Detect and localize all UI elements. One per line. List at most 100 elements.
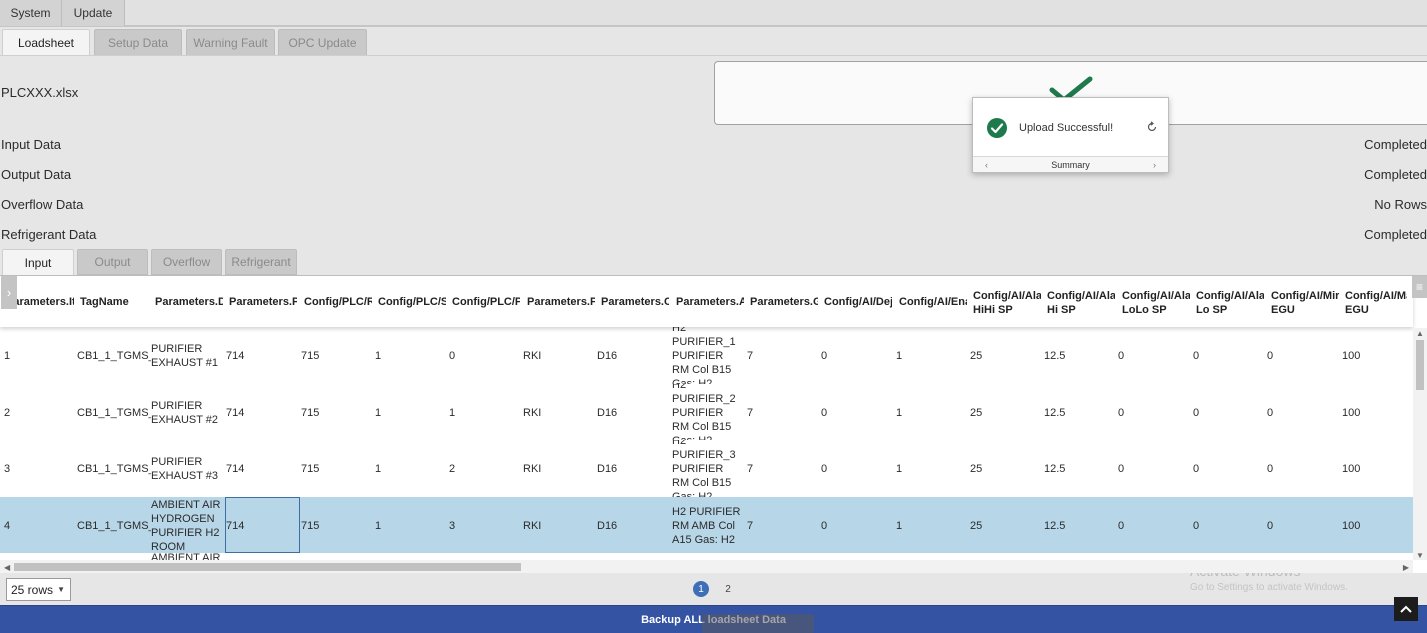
table-cell: D16 (597, 349, 618, 362)
page-button-1[interactable]: 1 (693, 581, 709, 597)
table-cell: 0 (449, 349, 456, 362)
scroll-left-icon[interactable]: ◀ (4, 563, 10, 572)
table-cell: 1 (896, 349, 903, 362)
table-row[interactable]: 2 CB1_1_TGMS_SPURIFIER EXHAUST #2 714 715 1 1… (0, 384, 1413, 441)
status-label-overflow: Overflow Data (1, 197, 84, 212)
column-header[interactable]: Config/AI/Ma EGU (1345, 289, 1407, 317)
table-cell: 1 (4, 349, 11, 362)
table-cell: 0 (1193, 406, 1200, 419)
column-header[interactable]: Config/AI/Ala LoLo SP (1122, 289, 1190, 317)
table-cell: H2 PURIFIER RM AMB Col A15 Gas: H2 (672, 505, 741, 546)
toast-summary-bar[interactable]: ‹ Summary › (973, 156, 1168, 172)
table-cell: 25 (970, 406, 983, 419)
subtab-overflow[interactable]: Overflow (151, 249, 222, 275)
table-cell: 0 (1118, 519, 1125, 532)
table-row[interactable]: 1CB1_1_TGMS_SPURIFIER EXHAUST #171471510… (0, 327, 1413, 384)
table-cell: PURIFIER EXHAUST #3 (151, 455, 219, 482)
table-cell: 2 (4, 406, 11, 419)
table-cell: H2 PURIFIER_2 PURIFIER RM Col B15 Gas: H… (672, 384, 736, 441)
upload-toast: Upload Successful! ‹ Summary › (972, 97, 1169, 173)
page-button-2[interactable]: 2 (722, 581, 734, 597)
check-circle-icon (987, 118, 1007, 138)
chevron-left-icon[interactable]: ‹ (985, 160, 988, 170)
table-cell: 25 (970, 349, 983, 362)
table-cell: RKI (523, 406, 542, 419)
column-header[interactable]: Parameters.P (229, 295, 297, 309)
table-cell: H2 PURIFIER_3 PURIFIER RM Col B15 Gas: H… (672, 440, 736, 497)
sidebar-expand-icon[interactable]: › (1, 276, 17, 309)
table-cell: H2 PURIFIER_1 PURIFIER RM Col B15 Gas: H… (672, 327, 736, 384)
column-header[interactable]: Config/AI/Ala Hi SP (1047, 289, 1115, 317)
table-cell: 1 (375, 406, 382, 419)
column-header[interactable]: Parameters.G (750, 295, 818, 309)
column-header[interactable]: TagName (80, 295, 148, 309)
table-row[interactable]: 4 CB1_1_TGMS_SAMBIENT AIR HYDROGEN PURIFI… (0, 497, 1413, 554)
table-cell: 715 (301, 462, 320, 475)
column-header[interactable]: Parameters.P (527, 295, 595, 309)
tab-opc-update[interactable]: OPC Update (278, 29, 367, 56)
scroll-down-icon[interactable]: ▼ (1416, 551, 1424, 560)
status-value-input: Completed (1364, 137, 1427, 152)
column-header[interactable]: Config/AI/Ena (899, 295, 967, 309)
vertical-scroll-thumb[interactable] (1416, 340, 1424, 390)
table-cell: 0 (821, 462, 828, 475)
scroll-right-icon[interactable]: ▶ (1403, 563, 1409, 572)
menu-system[interactable]: System (0, 0, 62, 26)
table-cell: 2 (449, 462, 456, 475)
table-row-partial[interactable]: AMBIENT AIR (0, 552, 1413, 560)
data-grid: Parameters.It TagName Parameters.D Param… (0, 275, 1427, 573)
tab-warning-fault[interactable]: Warning Fault (186, 29, 275, 56)
scroll-up-icon[interactable]: ▲ (1416, 329, 1424, 338)
table-cell: 0 (1118, 406, 1125, 419)
table-cell: 714 (226, 349, 245, 362)
refresh-icon[interactable] (1146, 121, 1158, 133)
caret-down-icon: ▼ (57, 585, 65, 594)
horizontal-scrollbar[interactable]: ◀ ▶ (0, 560, 1413, 573)
table-cell: 714 (226, 462, 245, 475)
column-header[interactable]: Config/AI/Ala HiHi SP (973, 289, 1041, 317)
table-row[interactable]: 3CB1_1_TGMS_SPURIFIER EXHAUST #371471512… (0, 440, 1413, 497)
status-value-refrigerant: Completed (1364, 227, 1427, 242)
column-header[interactable]: Parameters.D (155, 295, 223, 309)
column-header[interactable]: Config/PLC/R (304, 295, 372, 309)
table-cell: 0 (821, 519, 828, 532)
selected-cell[interactable] (225, 497, 300, 553)
table-cell: 100 (1342, 406, 1361, 419)
column-header[interactable]: Config/PLC/P (452, 295, 520, 309)
table-cell: 1 (449, 406, 456, 419)
table-cell: CB1_1_TGMS_S (77, 519, 151, 532)
table-cell: 100 (1342, 349, 1361, 362)
table-cell: 0 (1267, 462, 1274, 475)
tab-loadsheet[interactable]: Loadsheet (2, 29, 90, 56)
table-cell: 1 (896, 406, 903, 419)
table-cell: D16 (597, 462, 618, 475)
column-header[interactable]: Config/AI/Dej (824, 295, 892, 309)
rows-per-page-select[interactable]: 25 rows ▼ (6, 578, 71, 601)
chevron-right-icon[interactable]: › (1153, 160, 1156, 170)
table-cell: 3 (449, 519, 456, 532)
table-cell: D16 (597, 519, 618, 532)
menu-update[interactable]: Update (62, 0, 125, 26)
table-cell: 0 (821, 349, 828, 362)
table-cell: 0 (1193, 519, 1200, 532)
subtab-input[interactable]: Input (2, 249, 74, 275)
column-header[interactable]: Config/AI/Mir EGU (1271, 289, 1339, 317)
table-cell: 0 (821, 406, 828, 419)
subtab-output[interactable]: Output (77, 249, 148, 275)
chevron-up-icon[interactable] (1394, 597, 1418, 621)
subtab-refrigerant[interactable]: Refrigerant (225, 249, 297, 275)
table-cell: 0 (1193, 349, 1200, 362)
horizontal-scroll-thumb[interactable] (14, 563, 521, 571)
column-header[interactable]: Parameters.A (676, 295, 744, 309)
grid-header: Parameters.It TagName Parameters.D Param… (0, 276, 1413, 327)
column-header[interactable]: Parameters.C (601, 295, 669, 309)
vertical-scrollbar[interactable]: ▲ ▼ (1413, 328, 1427, 560)
column-header[interactable]: Config/AI/Ala Lo SP (1196, 289, 1264, 317)
table-cell: 715 (301, 349, 320, 362)
column-menu-icon[interactable]: ≡ (1412, 276, 1427, 298)
column-header[interactable]: Config/PLC/Sl (378, 295, 446, 309)
table-cell: 1 (896, 462, 903, 475)
table-cell: 25 (970, 462, 983, 475)
table-cell: 1 (896, 519, 903, 532)
tab-setup-data[interactable]: Setup Data (94, 29, 182, 56)
